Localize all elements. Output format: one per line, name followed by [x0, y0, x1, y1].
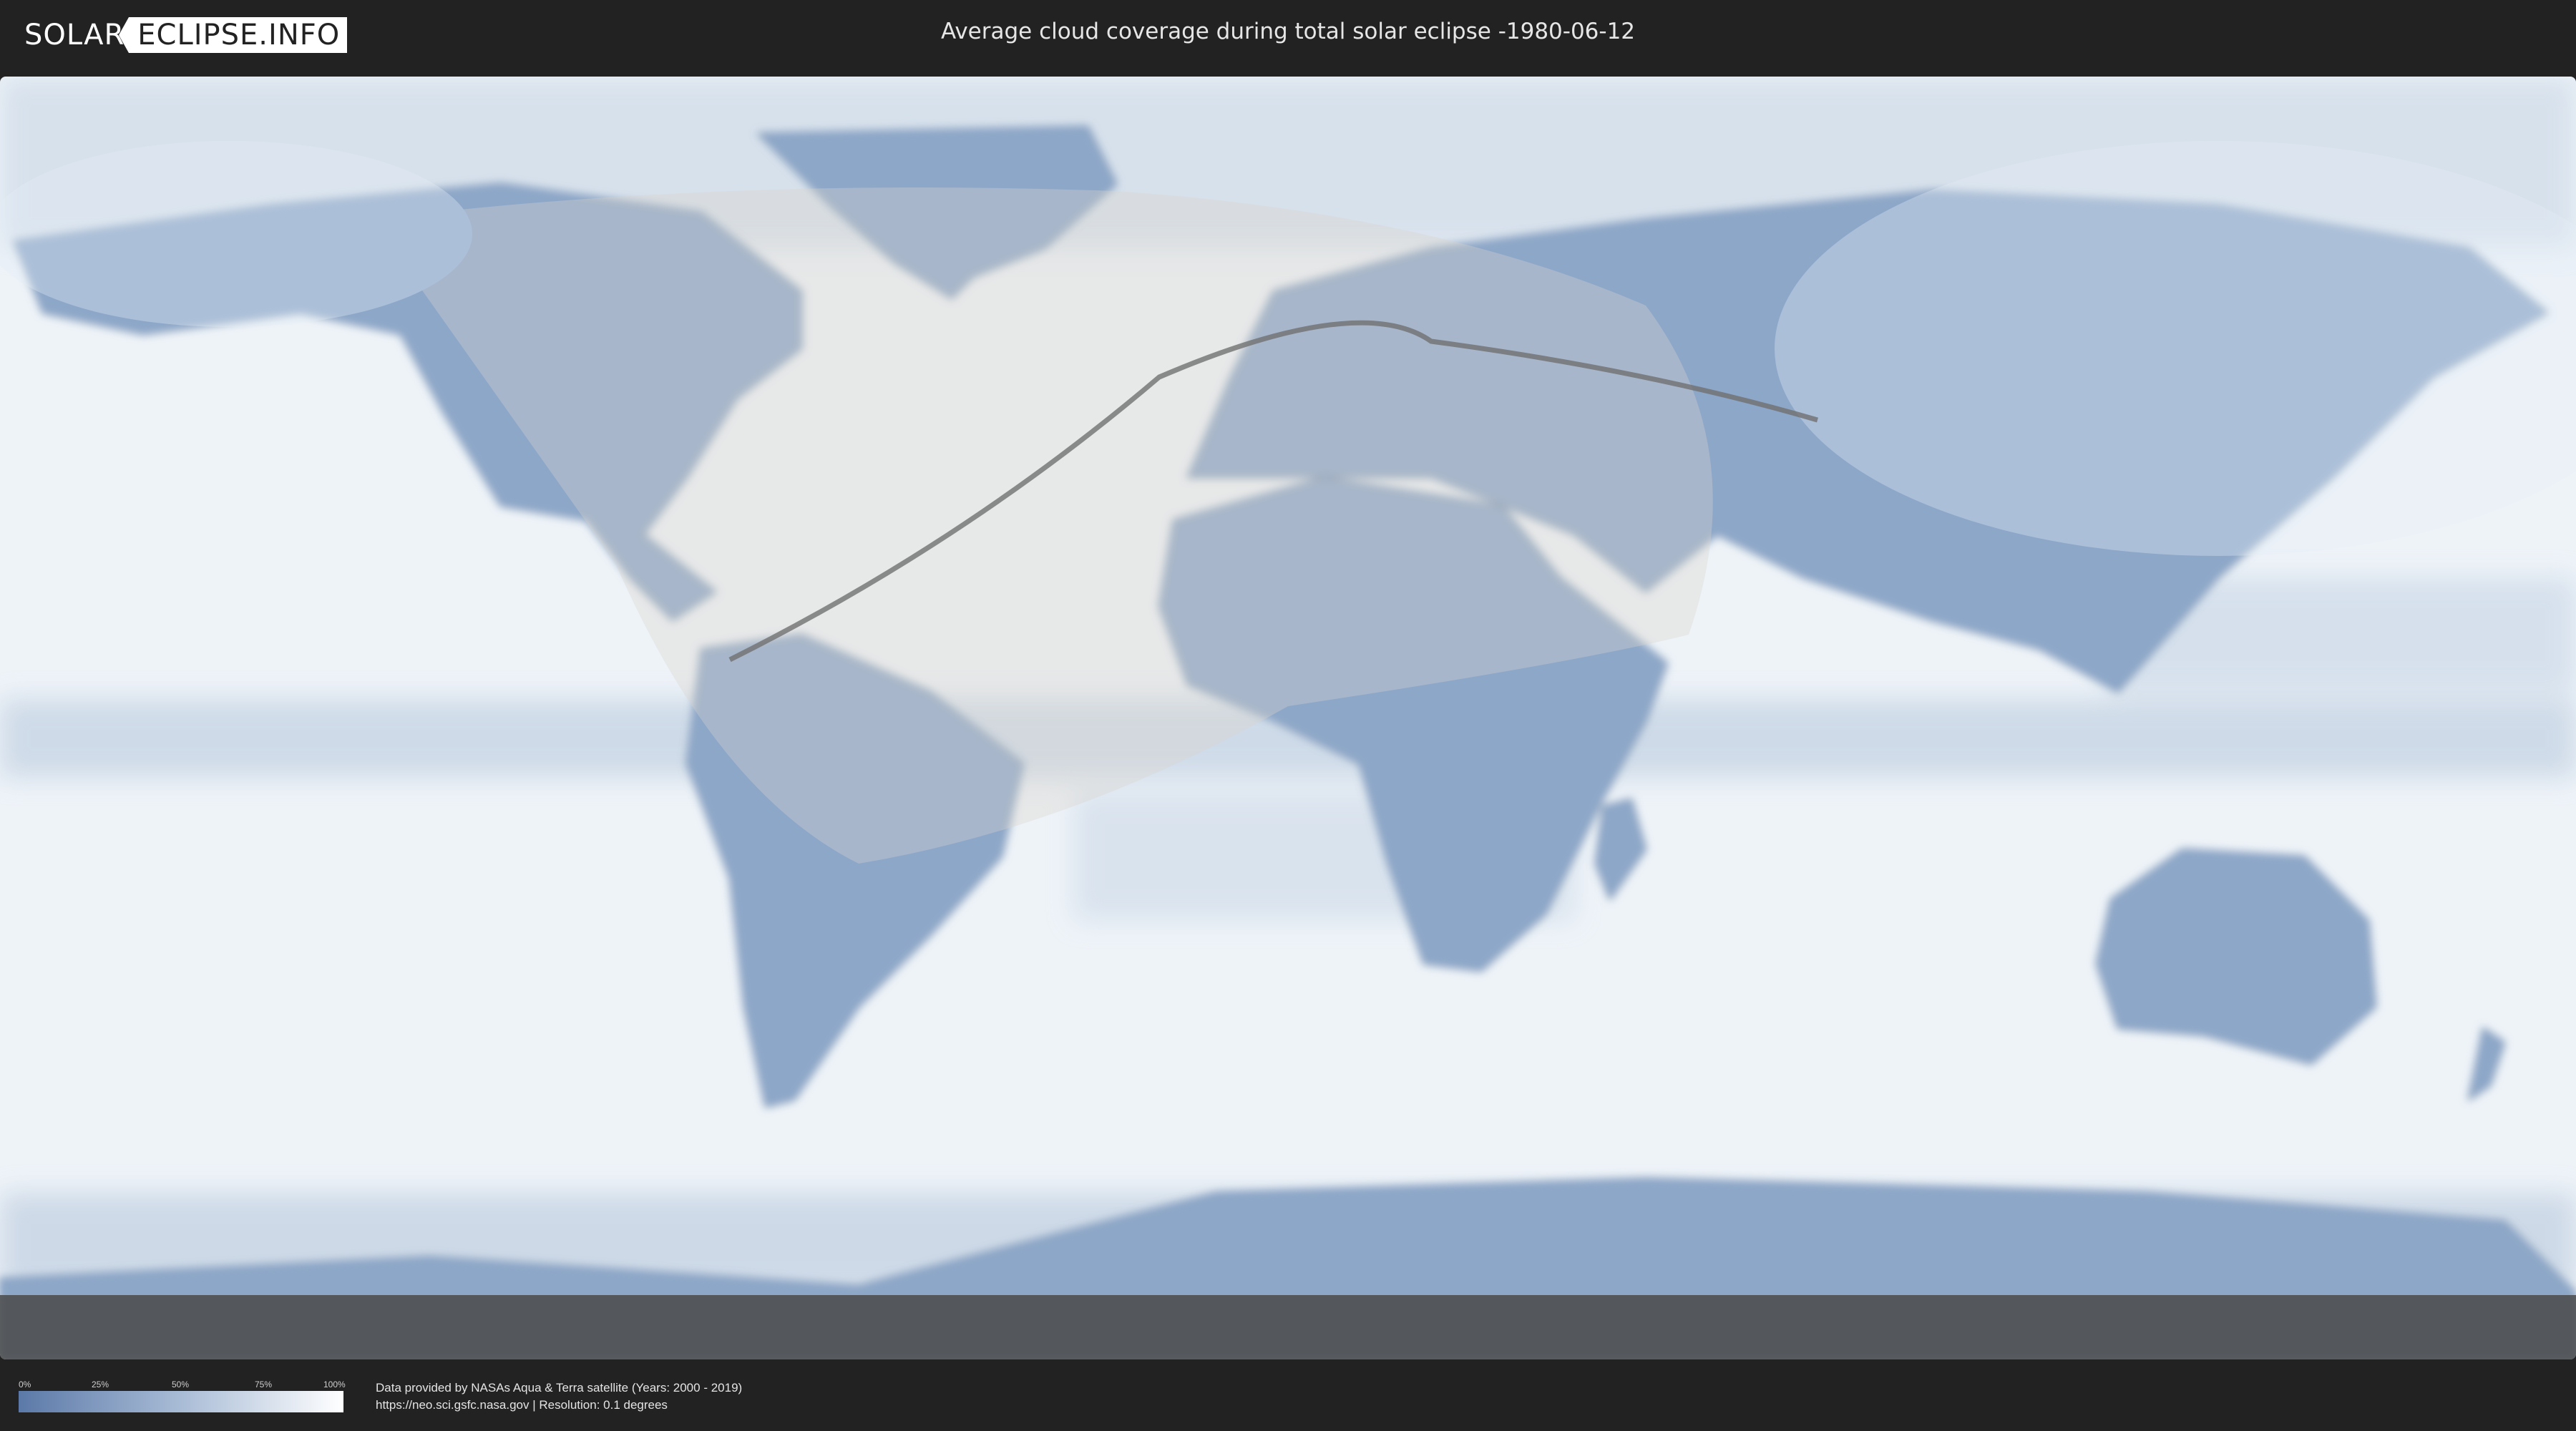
polar-no-data-band: [0, 1295, 2576, 1359]
credits-line-1: Data provided by NASAs Aqua & Terra sate…: [376, 1381, 743, 1395]
header-bar: SOLAR ECLIPSE.INFO Average cloud coverag…: [0, 0, 2576, 72]
legend-tick: 0%: [19, 1379, 31, 1390]
footer-bar: 0% 25% 50% 75% 100% Data provided by NAS…: [0, 1359, 2576, 1431]
credits-line-2[interactable]: https://neo.sci.gsfc.nasa.gov | Resoluti…: [376, 1397, 742, 1414]
cloud-coverage-map[interactable]: [0, 77, 2576, 1359]
legend-tick: 75%: [255, 1379, 273, 1390]
legend-gradient-bar: [19, 1391, 343, 1412]
legend-ticks: 0% 25% 50% 75% 100%: [19, 1379, 346, 1391]
legend-tick: 100%: [323, 1379, 346, 1390]
page-title: Average cloud coverage during total sola…: [940, 19, 1636, 44]
legend-tick: 50%: [172, 1379, 190, 1390]
legend-tick: 25%: [92, 1379, 109, 1390]
data-credits: Data provided by NASAs Aqua & Terra sate…: [376, 1379, 742, 1414]
color-scale-legend: 0% 25% 50% 75% 100%: [19, 1379, 346, 1412]
